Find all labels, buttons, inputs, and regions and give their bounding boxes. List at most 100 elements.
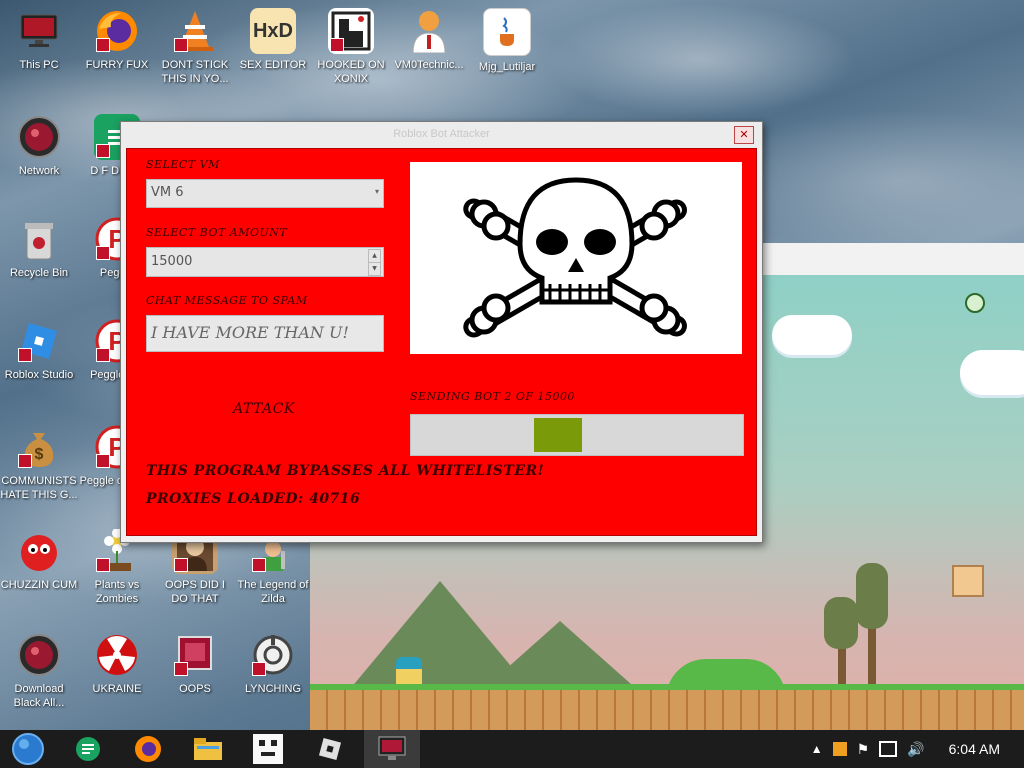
- ground-platform: [310, 684, 1024, 730]
- desktop-icon-label: Plants vs Zombies: [94, 579, 140, 605]
- desktop-icon-label: OOPS: [179, 683, 211, 695]
- chat-message-input[interactable]: I HAVE MORE THAN U!: [146, 315, 384, 352]
- attack-button-label: ATTACK: [233, 401, 295, 417]
- sheets-icon: [76, 737, 100, 761]
- shortcut-badge: [96, 144, 110, 158]
- stepper-down-button[interactable]: ▼: [368, 262, 381, 276]
- desktop-icon-label: VM0Technic...: [394, 59, 464, 71]
- tree-decoration: [856, 563, 888, 629]
- desktop-icon-label: This PC: [19, 59, 59, 71]
- shortcut-badge: [18, 454, 32, 468]
- desktop-icon-label: UKRAINE: [92, 683, 142, 695]
- shortcut-badge: [252, 662, 266, 676]
- desktop-icon-sex-editor[interactable]: HxD SEX EDITOR: [234, 8, 312, 72]
- desktop-icon-furry-fux[interactable]: FURRY FUX: [78, 8, 156, 72]
- desktop-icon-download-black[interactable]: Download Black All...: [0, 632, 78, 710]
- shortcut-badge: [96, 558, 110, 572]
- shortcut-badge: [96, 454, 110, 468]
- shortcut-badge: [252, 558, 266, 572]
- desktop-icon-hooked-on-xonix[interactable]: HOOKED ON XONIX: [312, 8, 390, 86]
- taskbar-file-explorer[interactable]: [180, 730, 236, 768]
- radiation-icon: [94, 632, 140, 678]
- taskbar-firefox[interactable]: [120, 730, 176, 768]
- shortcut-badge: [174, 662, 188, 676]
- pixel-cloud: [772, 315, 852, 355]
- desktop-icon-chuzzin-cum[interactable]: CHUZZIN CUM: [0, 528, 78, 592]
- desktop-icon-label: CHUZZIN CUM: [0, 579, 78, 591]
- taskbar-pixel-game[interactable]: [240, 730, 296, 768]
- scp-icon: [250, 632, 296, 678]
- desktop-icon-recycle-bin[interactable]: Recycle Bin: [0, 216, 78, 280]
- progress-chunk: [534, 418, 582, 452]
- chat-message-label: CHAT MESSAGE TO SPAM: [146, 294, 308, 307]
- hxd-icon: HxD: [250, 8, 296, 54]
- window-titlebar[interactable]: Roblox Bot Attacker ✕: [121, 122, 762, 148]
- start-orb-icon: [12, 733, 44, 765]
- pixel-game-icon: [253, 734, 283, 764]
- status-text: SENDING BOT 2 OF 15000: [410, 390, 576, 403]
- close-button[interactable]: ✕: [734, 126, 754, 144]
- bot-amount-value: 15000: [151, 254, 193, 269]
- taskbar-roblox[interactable]: [302, 730, 358, 768]
- flag-icon[interactable]: ⚑: [857, 741, 870, 758]
- vm-select-value: VM 6: [151, 185, 184, 200]
- network-icon[interactable]: [879, 741, 898, 757]
- desktop-icon-oops[interactable]: OOPS: [156, 632, 234, 696]
- file-explorer-icon: [194, 738, 222, 760]
- pixel-cloud: [960, 350, 1024, 395]
- firefox-icon: [135, 736, 161, 762]
- progress-bar: [410, 414, 744, 456]
- desktop-icon-ukraine[interactable]: UKRAINE: [78, 632, 156, 696]
- desktop-icon-label: Network: [18, 165, 60, 177]
- proxies-text: PROXIES LOADED: 40716: [146, 491, 361, 507]
- desktop-icon-roblox-studio[interactable]: Roblox Studio: [0, 318, 78, 382]
- shortcut-badge: [174, 38, 188, 52]
- desktop-icon-label: Download Black All...: [13, 683, 65, 709]
- desktop-icon-label: Mjg_Lutiljar: [478, 61, 536, 73]
- clock-icon: [965, 293, 985, 313]
- traffic-cone-icon: [172, 8, 218, 54]
- desktop-icon-dont-stick[interactable]: DONT STICK THIS IN YO...: [156, 8, 234, 86]
- desktop-icon-network[interactable]: Network: [0, 114, 78, 178]
- desktop-icon-vm0technic[interactable]: VM0Technic...: [390, 8, 468, 72]
- shortcut-badge: [330, 38, 344, 52]
- desktop-icon-label: Roblox Studio: [4, 369, 74, 381]
- shortcut-badge: [96, 38, 110, 52]
- monitor-icon: [16, 8, 62, 54]
- chevron-down-icon: ▾: [374, 187, 379, 196]
- roblox-studio-icon: [16, 318, 62, 364]
- clock-time[interactable]: 6:04 AM: [949, 741, 1000, 757]
- window-body: SELECT VM VM 6 ▾ SELECT BOT AMOUNT 15000…: [126, 148, 757, 536]
- desktop-icon-label: OOPS DID I DO THAT: [165, 579, 225, 605]
- tree-decoration: [824, 597, 858, 649]
- vm-select[interactable]: VM 6 ▾: [146, 179, 384, 208]
- desktop-icon-communists[interactable]: $ COMMUNISTS HATE THIS G...: [0, 424, 78, 502]
- bot-attacker-window[interactable]: Roblox Bot Attacker ✕ SELECT VM VM 6 ▾ S…: [120, 121, 763, 543]
- network-orb-icon: [16, 114, 62, 160]
- speaker-icon[interactable]: 🔊: [907, 741, 924, 758]
- skull-crossbones-icon: [463, 177, 687, 338]
- bypass-text: THIS PROGRAM BYPASSES ALL WHITELISTER!: [146, 463, 545, 479]
- start-button[interactable]: [0, 730, 56, 768]
- chevron-up-icon[interactable]: ▲: [811, 742, 823, 756]
- desktop-icon-label: LYNCHING: [244, 683, 302, 695]
- shortcut-badge: [174, 558, 188, 572]
- desktop-icon-mjg-lutiljar[interactable]: Mjg_Lutiljar: [468, 8, 546, 74]
- taskbar-sheets[interactable]: [60, 730, 116, 768]
- roblox-icon: [318, 737, 342, 761]
- stepper-up-button[interactable]: ▲: [368, 249, 381, 263]
- desktop-icon-lynching[interactable]: LYNCHING: [234, 632, 312, 696]
- attack-button[interactable]: ATTACK: [146, 389, 382, 429]
- desktop-icon-this-pc[interactable]: This PC: [0, 8, 78, 72]
- desktop-icon-label: DONT STICK THIS IN YO...: [161, 59, 229, 85]
- chuzzle-icon: [16, 528, 62, 574]
- shortcut-badge: [18, 348, 32, 362]
- system-tray: ▲ ⚑ 🔊 6:04 AM: [811, 730, 1024, 768]
- taskbar-vm-screen[interactable]: [364, 730, 420, 768]
- block-face-icon: [952, 565, 984, 597]
- shortcut-badge: [96, 348, 110, 362]
- bot-amount-stepper[interactable]: 15000 ▲ ▼: [146, 247, 384, 277]
- shortcut-badge: [96, 246, 110, 260]
- desktop-icon-label: The Legend of Zilda: [237, 579, 309, 605]
- notification-icon[interactable]: [832, 742, 847, 756]
